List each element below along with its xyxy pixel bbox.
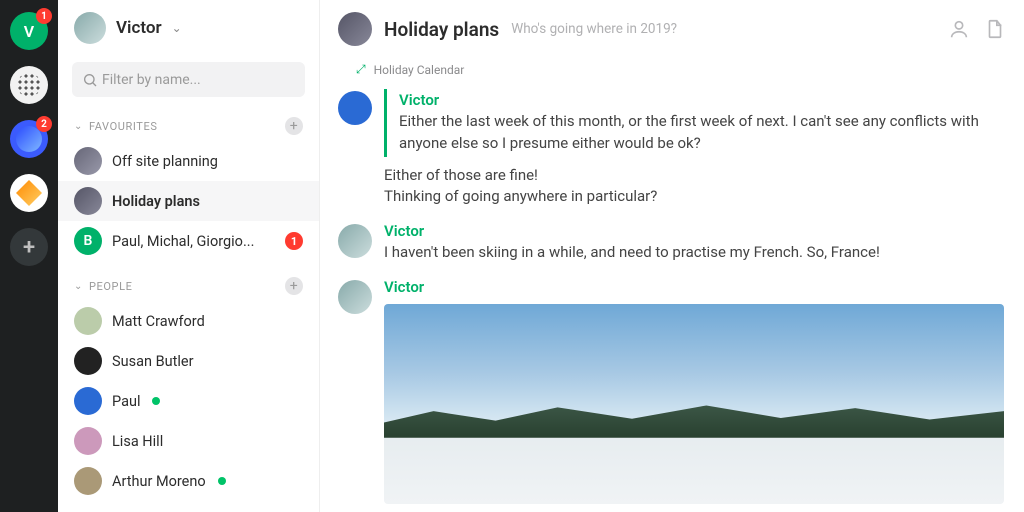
message: Victor <box>338 278 1006 504</box>
person-item[interactable]: Arthur Moreno <box>58 461 319 501</box>
search-icon <box>82 72 98 88</box>
person-name: Susan Butler <box>112 353 193 370</box>
app-blue-icon[interactable]: 2 <box>10 120 48 158</box>
chevron-down-icon: ⌄ <box>74 121 83 132</box>
person-avatar <box>74 387 102 415</box>
sender-avatar <box>338 91 372 125</box>
person-avatar <box>74 467 102 495</box>
person-avatar <box>74 347 102 375</box>
section-label: FAVOURITES <box>89 120 157 133</box>
sender-name: Victor <box>384 222 1006 240</box>
message-text: Either of those are fine! <box>384 165 1006 187</box>
person-item[interactable]: Susan Butler <box>58 341 319 381</box>
section-people-header[interactable]: ⌄ PEOPLE + <box>58 271 319 301</box>
filter-container[interactable] <box>72 62 305 97</box>
person-item[interactable]: Lisa Hill <box>58 421 319 461</box>
room-name: Holiday plans <box>112 193 200 210</box>
chat-meta-row: ⤢ Holiday Calendar <box>320 58 1024 81</box>
person-name: Matt Crawford <box>112 313 205 330</box>
favourite-item[interactable]: Off site planning <box>58 141 319 181</box>
message-text: Either the last week of this month, or t… <box>399 111 1006 155</box>
workspace-rail: V 1 2 + <box>0 0 58 512</box>
workspace-initial: V <box>24 22 34 41</box>
user-avatar <box>74 12 106 44</box>
add-person-button[interactable]: + <box>285 277 303 295</box>
user-name: Victor <box>116 18 162 38</box>
section-favourites-header[interactable]: ⌄ FAVOURITES + <box>58 111 319 141</box>
workspace-avatar[interactable]: V 1 <box>10 12 48 50</box>
person-name: Paul <box>112 393 140 410</box>
sender-avatar <box>338 280 372 314</box>
favourite-item-active[interactable]: Holiday plans <box>58 181 319 221</box>
chat-title: Holiday plans <box>384 18 499 41</box>
add-favourite-button[interactable]: + <box>285 117 303 135</box>
app-blue-badge: 2 <box>36 116 52 132</box>
file-icon[interactable] <box>984 18 1006 40</box>
person-name: Arthur Moreno <box>112 473 206 490</box>
person-avatar <box>74 307 102 335</box>
chevron-down-icon: ⌄ <box>172 21 182 35</box>
room-avatar <box>338 12 372 46</box>
favourite-item[interactable]: B Paul, Michal, Giorgio... 1 <box>58 221 319 261</box>
message: Victor I haven't been skiing in a while,… <box>338 222 1006 264</box>
app-grid-icon[interactable] <box>10 66 48 104</box>
message-image[interactable] <box>384 304 1004 504</box>
app-orange-icon[interactable] <box>10 174 48 212</box>
person-name: Lisa Hill <box>112 433 163 450</box>
chat-header: Holiday plans Who's going where in 2019? <box>320 0 1024 58</box>
message-text: Thinking of going anywhere in particular… <box>384 186 1006 208</box>
person-avatar <box>74 427 102 455</box>
room-avatar <box>74 187 102 215</box>
presence-online-icon <box>218 477 226 485</box>
expand-icon[interactable]: ⤢ <box>356 62 366 77</box>
person-item[interactable]: Matt Crawford <box>58 301 319 341</box>
unread-badge: 1 <box>285 232 303 250</box>
avatar-initial: B <box>84 233 93 249</box>
workspace-badge: 1 <box>36 8 52 24</box>
room-avatar <box>74 147 102 175</box>
chevron-down-icon: ⌄ <box>74 281 83 292</box>
chat-subtitle: Who's going where in 2019? <box>511 21 677 37</box>
sidebar-header[interactable]: Victor ⌄ <box>58 0 319 56</box>
add-workspace-button[interactable]: + <box>10 228 48 266</box>
sender-name: Victor <box>384 278 1006 296</box>
room-avatar: B <box>74 227 102 255</box>
message: Victor Either the last week of this mont… <box>338 89 1006 208</box>
section-label: PEOPLE <box>89 280 132 293</box>
message-text: I haven't been skiing in a while, and ne… <box>384 242 1006 264</box>
meta-label: Holiday Calendar <box>374 63 465 77</box>
quoted-message: Victor Either the last week of this mont… <box>384 89 1006 157</box>
person-item[interactable]: Paul <box>58 381 319 421</box>
sidebar: Victor ⌄ ⌄ FAVOURITES + Off site plannin… <box>58 0 320 512</box>
person-icon[interactable] <box>948 18 970 40</box>
filter-input[interactable] <box>102 72 295 88</box>
room-name: Paul, Michal, Giorgio... <box>112 233 254 250</box>
room-name: Off site planning <box>112 153 218 170</box>
chat-header-actions <box>948 18 1006 40</box>
chat-body: Victor Either the last week of this mont… <box>320 81 1024 512</box>
chat-main: Holiday plans Who's going where in 2019?… <box>320 0 1024 512</box>
sender-name: Victor <box>399 91 1006 109</box>
sender-avatar <box>338 224 372 258</box>
presence-online-icon <box>152 397 160 405</box>
